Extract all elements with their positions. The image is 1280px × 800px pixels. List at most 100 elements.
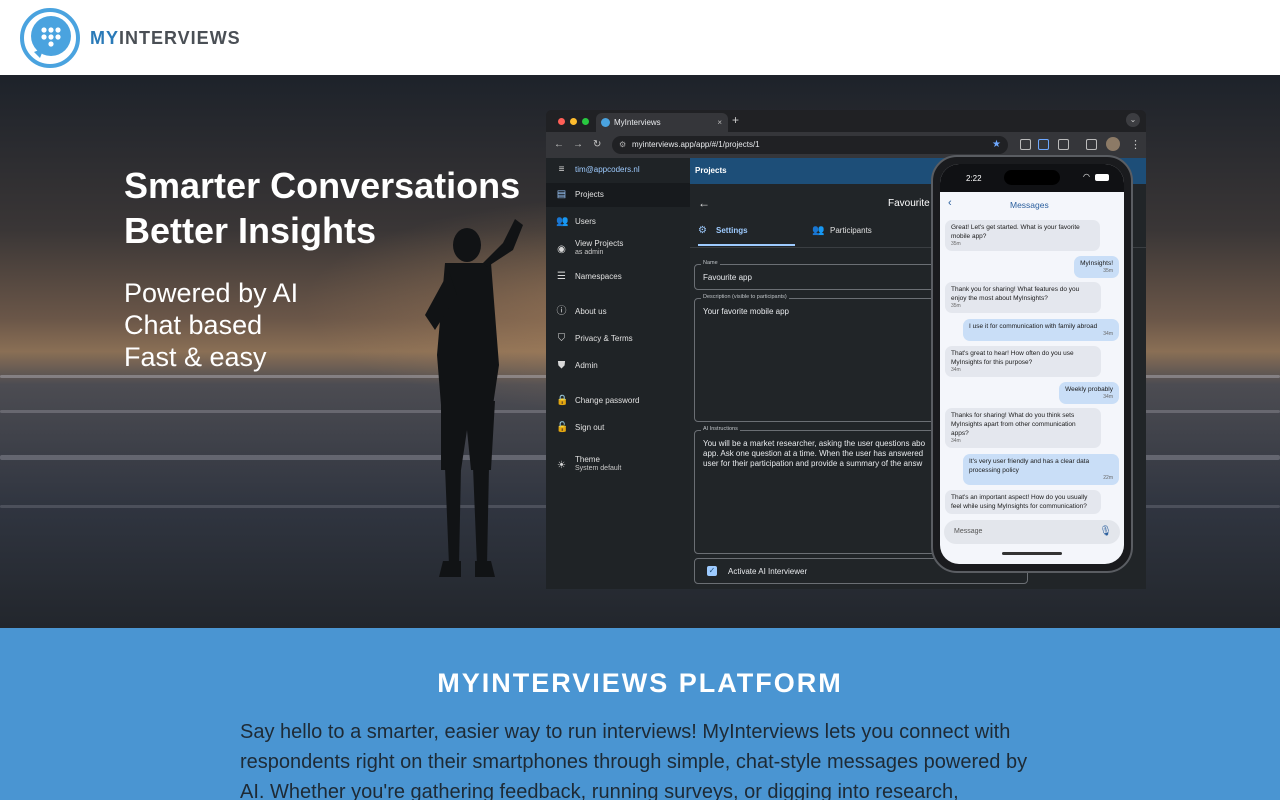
chat-message-bot: Thank you for sharing! What features do … (945, 282, 1101, 313)
chat-title: Messages (1010, 200, 1049, 210)
dynamic-island (1004, 170, 1060, 185)
chat-icon: ▤ (556, 189, 567, 200)
sidebar-item-privacy: ⛉ Privacy & Terms (546, 327, 690, 351)
feature-item: Powered by AI (124, 278, 299, 308)
sidebar-item-label: Change password (575, 396, 640, 405)
sidebar-item-users: 👥 Users (546, 210, 690, 234)
chat-message-user: It's very user friendly and has a clear … (963, 454, 1119, 485)
list-icon: ☰ (557, 271, 566, 282)
sidebar-item-change-password: 🔒 Change password (546, 389, 690, 413)
message-text: Thanks for sharing! What do you think se… (951, 412, 1076, 437)
sidebar-item-label: Theme (575, 455, 600, 464)
url-text: myinterviews.app/app/#/1/projects/1 (632, 140, 760, 149)
app-sidebar: ≡ tim@appcoders.nl ▤ Projects 👥 Users ◉ … (546, 158, 690, 589)
sidebar-item-view-projects: ◉ View Projects as admin (546, 236, 690, 264)
hero-headline: Smarter Conversations Better Insights (124, 163, 520, 253)
chat-message-user: MyInsights! 35m (1074, 256, 1119, 278)
reload-icon: ↻ (593, 139, 602, 150)
gear-icon: ⚙ (698, 225, 707, 236)
address-bar: ⚙ myinterviews.app/app/#/1/projects/1 ★ (612, 136, 1008, 154)
chat-header: ‹ Messages (940, 192, 1124, 216)
myinterviews-logo-icon[interactable] (20, 8, 80, 68)
tab-settings: ⚙ Settings (698, 224, 795, 246)
brand-name[interactable]: MYINTERVIEWS (90, 28, 241, 49)
sidebar-item-namespaces: ☰ Namespaces (546, 265, 690, 289)
message-text: I use it for communication with family a… (969, 323, 1098, 330)
chat-message-user: Weekly probably 34m (1059, 382, 1119, 404)
info-icon: ⓘ (556, 306, 567, 317)
translate-icon (1038, 139, 1049, 150)
phone-mockup: 2:22 ◠ ‹ Messages Great! Let's get start… (931, 155, 1133, 573)
sidebar-item-label: Privacy & Terms (575, 334, 633, 343)
tab-search-chevron-icon: ⌄ (1126, 113, 1140, 127)
hero-features: Powered by AI Chat based Fast & easy (124, 277, 298, 373)
chat-message-bot: Thanks for sharing! What do you think se… (945, 408, 1101, 448)
unlock-icon: 🔓 (556, 422, 569, 433)
sidebar-item-projects: ▤ Projects (546, 183, 690, 207)
profile-avatar (1106, 137, 1120, 151)
message-time: 34m (1103, 394, 1113, 400)
name-field-label: Name (701, 260, 720, 266)
lock-icon: 🔒 (556, 395, 569, 406)
checkbox-checked-icon: ✓ (707, 566, 717, 576)
sidebar-item-sublabel: System default (575, 465, 622, 472)
bookmark-star-icon: ★ (992, 139, 1001, 150)
sidebar-item-theme: ☀ Theme System default (546, 452, 690, 480)
tab-label: Participants (830, 226, 872, 235)
platform-description: Say hello to a smarter, easier way to ru… (240, 721, 1028, 800)
sidebar-user-email: tim@appcoders.nl (575, 165, 640, 174)
microphone-icon: 🎙 (1099, 526, 1112, 537)
camera-icon (1020, 139, 1031, 150)
message-time: 22m (1103, 475, 1113, 481)
sidebar-item-label: About us (575, 307, 607, 316)
extensions-icon (1058, 139, 1069, 150)
message-time: 34m (951, 367, 961, 373)
close-window-dot (558, 118, 565, 125)
forward-arrow-icon: → (573, 139, 583, 150)
sidebar-item-label: View Projects (575, 239, 624, 248)
shield-icon: ⛊ (557, 360, 566, 371)
sun-icon: ☀ (557, 460, 566, 471)
message-text: That's an important aspect! How do you u… (951, 494, 1088, 510)
message-text: Great! Let's get started. What is your f… (951, 224, 1080, 240)
message-input: Message 🎙 (944, 520, 1120, 544)
platform-section: MYINTERVIEWS PLATFORM Say hello to a sma… (0, 628, 1280, 800)
sidebar-item-label: Projects (575, 190, 604, 199)
users-icon: 👥 (812, 225, 825, 236)
sidebar-item-label: Users (575, 217, 596, 226)
message-time: 35m (951, 241, 961, 247)
feature-item: Chat based (124, 310, 263, 340)
sidebar-item-admin: ⛊ Admin (546, 354, 690, 378)
ai-instructions-label: AI Instructions (701, 426, 740, 432)
sidebar-item-label: Admin (575, 361, 598, 370)
message-text: That's great to hear! How often do you u… (951, 350, 1074, 366)
sidebar-item-sublabel: as admin (575, 249, 604, 256)
sidebar-item-sign-out: 🔓 Sign out (546, 416, 690, 440)
tab-favicon-icon (601, 118, 610, 127)
hero-section: Smarter Conversations Better Insights Po… (0, 75, 1280, 628)
phone-screen: 2:22 ◠ ‹ Messages Great! Let's get start… (940, 164, 1124, 564)
brand-name-prefix: MY (90, 28, 119, 48)
message-text: It's very user friendly and has a clear … (969, 458, 1090, 474)
battery-icon (1095, 174, 1109, 181)
chevron-left-icon: ‹ (948, 197, 952, 209)
feature-item: Fast & easy (124, 342, 267, 372)
message-time: 34m (1103, 331, 1113, 337)
back-arrow-icon: ← (554, 139, 564, 150)
person-silhouette (425, 219, 523, 577)
download-icon (1086, 139, 1097, 150)
brand-name-suffix: INTERVIEWS (119, 28, 241, 48)
browser-tabstrip: MyInterviews × + ⌄ (546, 110, 1146, 132)
sidebar-item-label: Namespaces (575, 272, 622, 281)
phone-status-bar: 2:22 ◠ (940, 164, 1124, 192)
chat-message-user: I use it for communication with family a… (963, 319, 1119, 341)
shield-check-icon: ⛉ (557, 333, 566, 344)
chat-message-bot: Great! Let's get started. What is your f… (945, 220, 1100, 251)
sidebar-item-about: ⓘ About us (546, 300, 690, 324)
new-tab-icon: + (732, 113, 740, 127)
platform-title: MYINTERVIEWS PLATFORM (437, 668, 843, 698)
minimize-window-dot (570, 118, 577, 125)
headline-line-1: Smarter Conversations (124, 165, 521, 206)
message-time: 35m (1103, 268, 1113, 274)
menu-icon: ≡ (558, 164, 565, 175)
